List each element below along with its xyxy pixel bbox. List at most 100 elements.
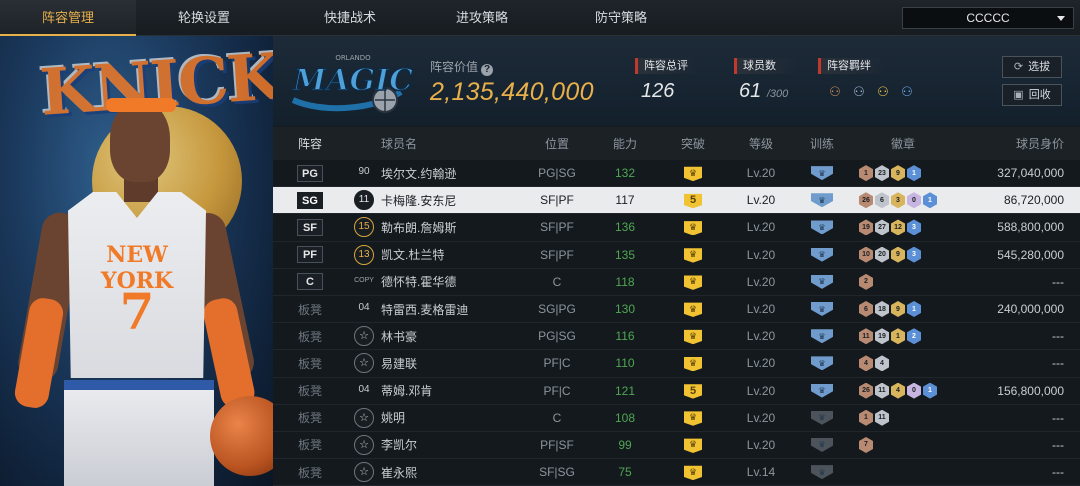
header-value[interactable]: 球员身价 (955, 135, 1080, 152)
badge-hex-bronze[interactable]: 1 (859, 409, 873, 426)
training-crown-icon[interactable]: ♛ (811, 410, 833, 425)
header-name[interactable]: 球员名 (381, 135, 521, 152)
badge-hex-silver[interactable]: 27 (875, 219, 889, 236)
training-cell[interactable]: ♛ (793, 220, 851, 235)
breakthrough-cell[interactable]: ♛ (657, 301, 729, 318)
breakthrough-cell[interactable]: ♛ (657, 219, 729, 236)
lineup-slot[interactable]: 板凳 (273, 301, 347, 318)
table-row[interactable]: 板凳 ☆ 崔永熙 SF|SG 75 ♛ Lv.14 ♛ --- (273, 459, 1080, 486)
training-crown-icon[interactable]: ♛ (811, 193, 833, 208)
breakthrough-cell[interactable]: ♛ (657, 464, 729, 481)
header-position[interactable]: 位置 (521, 135, 593, 152)
badges-cell[interactable]: 10 20 9 3 (851, 246, 955, 263)
table-row[interactable]: SF 15 勒布朗.詹姆斯 SF|PF 136 ♛ Lv.20 ♛ 19 27 12… (273, 214, 1080, 242)
lineup-slot[interactable]: PG (273, 164, 347, 182)
header-level[interactable]: 等级 (729, 135, 793, 152)
badge-hex-gold[interactable]: 1 (891, 328, 905, 345)
training-cell[interactable]: ♛ (793, 302, 851, 317)
training-cell[interactable]: ♛ (793, 356, 851, 371)
training-cell[interactable]: ♛ (793, 329, 851, 344)
training-crown-icon[interactable]: ♛ (811, 166, 833, 181)
table-row[interactable]: 板凳 ☆ 姚明 C 108 ♛ Lv.20 ♛ 1 11 --- (273, 404, 1080, 432)
badge-hex-silver[interactable]: 20 (875, 246, 889, 263)
badge-hex-blue[interactable]: 1 (923, 192, 937, 209)
breakthrough-cell[interactable]: ♛ (657, 328, 729, 345)
player-name[interactable]: 勒布朗.詹姆斯 (381, 219, 521, 236)
badge-hex-bronze[interactable]: 26 (859, 192, 873, 209)
table-row[interactable]: PF 13 凯文.杜兰特 SF|PF 135 ♛ Lv.20 ♛ 10 20 9 3 … (273, 241, 1080, 269)
training-crown-icon[interactable]: ♛ (811, 465, 833, 480)
lineup-slot[interactable]: SF (273, 218, 347, 236)
training-crown-icon[interactable]: ♛ (811, 247, 833, 262)
lineup-slot[interactable]: PF (273, 246, 347, 264)
badge-hex-bronze[interactable]: 10 (859, 246, 873, 263)
badges-cell[interactable]: 2 (851, 273, 955, 290)
training-crown-icon[interactable]: ♛ (811, 220, 833, 235)
breakthrough-cell[interactable]: ♛ (657, 410, 729, 426)
badge-hex-silver[interactable]: 4 (875, 355, 889, 372)
badges-cell[interactable]: 11 19 1 2 (851, 328, 955, 345)
player-name[interactable]: 易建联 (381, 355, 521, 372)
badge-hex-purple[interactable]: 0 (907, 382, 921, 399)
badge-hex-blue[interactable]: 3 (907, 219, 921, 236)
player-name[interactable]: 凯文.杜兰特 (381, 246, 521, 263)
tab-rotation-settings[interactable]: 轮换设置 (136, 0, 272, 36)
table-row[interactable]: 板凳 04 特雷西.麦格雷迪 SG|PG 130 ♛ Lv.20 ♛ 6 18 9 1… (273, 295, 1080, 324)
badge-hex-gold[interactable]: 3 (891, 192, 905, 209)
lineup-slot[interactable]: 板凳 (273, 409, 347, 426)
lineup-slot[interactable]: 板凳 (273, 355, 347, 372)
badge-hex-bronze[interactable]: 6 (859, 301, 873, 318)
badges-cell[interactable]: 7 (851, 436, 955, 453)
badge-hex-silver[interactable]: 18 (875, 301, 889, 318)
training-cell[interactable]: ♛ (793, 410, 851, 425)
badge-hex-silver[interactable]: 23 (875, 165, 889, 182)
header-training[interactable]: 训练 (793, 135, 851, 152)
badge-hex-blue[interactable]: 1 (907, 165, 921, 182)
badge-hex-purple[interactable]: 0 (907, 192, 921, 209)
badges-cell[interactable]: 19 27 12 3 (851, 219, 955, 236)
lineup-slot[interactable]: 板凳 (273, 382, 347, 399)
select-button[interactable]: ⟳ 选拔 (1002, 56, 1062, 78)
training-cell[interactable]: ♛ (793, 437, 851, 452)
player-name[interactable]: 埃尔文.约翰逊 (381, 165, 521, 182)
help-icon[interactable]: ? (481, 64, 494, 76)
table-row[interactable]: SG 11 卡梅隆.安东尼 SF|PF 117 5 Lv.20 ♛ 26 6 3 0 1… (273, 187, 1080, 215)
training-crown-icon[interactable]: ♛ (811, 383, 833, 398)
badge-hex-gold[interactable]: 9 (891, 246, 905, 263)
badge-hex-bronze[interactable]: 4 (859, 355, 873, 372)
breakthrough-cell[interactable]: ♛ (657, 437, 729, 453)
badge-hex-silver[interactable]: 6 (875, 192, 889, 209)
training-cell[interactable]: ♛ (793, 193, 851, 208)
header-badges[interactable]: 徽章 (851, 135, 955, 152)
breakthrough-cell[interactable]: ♛ (657, 247, 729, 263)
badges-cell[interactable]: 26 6 3 0 1 (851, 192, 955, 209)
player-name[interactable]: 卡梅隆.安东尼 (381, 192, 521, 209)
training-cell[interactable]: ♛ (793, 247, 851, 262)
table-row[interactable]: 板凳 ☆ 李凯尔 PF|SF 99 ♛ Lv.20 ♛ 7 --- (273, 431, 1080, 460)
badge-hex-silver[interactable]: 11 (875, 382, 889, 399)
breakthrough-cell[interactable]: 5 (657, 192, 729, 209)
badge-hex-bronze[interactable]: 2 (859, 273, 873, 290)
tab-defense-strategy[interactable]: 防守策略 (553, 0, 689, 36)
badges-cell[interactable]: 26 11 4 0 1 (851, 382, 955, 399)
breakthrough-cell[interactable]: ♛ (657, 355, 729, 372)
training-crown-icon[interactable]: ♛ (811, 437, 833, 452)
badges-cell[interactable]: 1 23 9 1 (851, 165, 955, 182)
badge-hex-silver[interactable]: 19 (875, 328, 889, 345)
breakthrough-cell[interactable]: ♛ (657, 165, 729, 182)
training-cell[interactable]: ♛ (793, 274, 851, 289)
training-cell[interactable]: ♛ (793, 383, 851, 398)
player-name[interactable]: 特雷西.麦格雷迪 (381, 301, 521, 318)
table-row[interactable]: 板凳 04 蒂姆.邓肯 PF|C 121 5 Lv.20 ♛ 26 11 4 0 1 1… (273, 377, 1080, 405)
badge-hex-silver[interactable]: 11 (875, 409, 889, 426)
badge-hex-gold[interactable]: 9 (891, 301, 905, 318)
badge-hex-bronze[interactable]: 26 (859, 382, 873, 399)
lineup-slot[interactable]: C (273, 273, 347, 291)
player-name[interactable]: 德怀特.霍华德 (381, 273, 521, 290)
badge-hex-blue[interactable]: 1 (923, 382, 937, 399)
badge-hex-blue[interactable]: 3 (907, 246, 921, 263)
badge-hex-bronze[interactable]: 7 (859, 436, 873, 453)
tab-offense-strategy[interactable]: 进攻策略 (414, 0, 550, 36)
badge-hex-bronze[interactable]: 1 (859, 165, 873, 182)
badges-cell[interactable]: 1 11 (851, 409, 955, 426)
